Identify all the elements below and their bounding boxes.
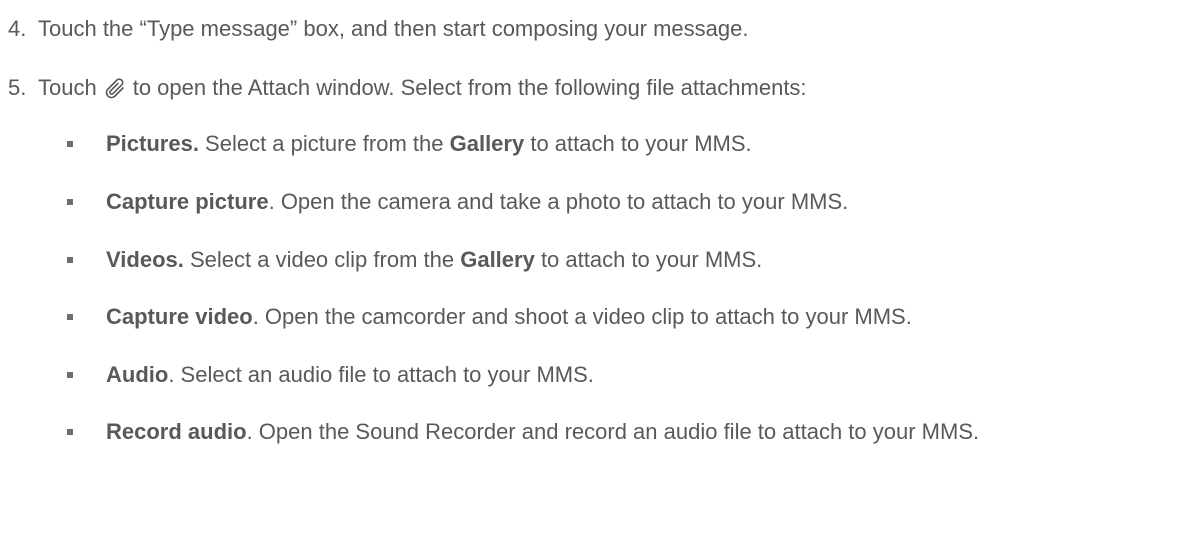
step-5-number: 5. [8, 75, 27, 100]
item-text: to attach to your MMS. [534, 247, 763, 272]
item-term: Capture picture [106, 189, 269, 214]
bullet-pictures [67, 141, 73, 147]
item-text: . Select an audio file to attach to your… [168, 362, 594, 387]
list-item-pictures: Pictures. Select a picture from the Gall… [106, 131, 1186, 157]
list-item-capture-video: Capture video. Open the camcorder and sh… [106, 304, 1186, 330]
list-item-record-audio: Record audio. Open the Sound Recorder an… [106, 419, 1186, 445]
item-term: Record audio [106, 419, 247, 444]
bullet-record-audio [67, 429, 73, 435]
step-4-text: Touch the “Type message” box, and then s… [38, 16, 749, 41]
item-text: Select a picture from the [198, 131, 450, 156]
list-item-videos: Videos. Select a video clip from the Gal… [106, 247, 1186, 273]
item-term-gallery: Gallery [449, 131, 525, 156]
list-item-capture-picture: Capture picture. Open the camera and tak… [106, 189, 1186, 215]
paperclip-icon [103, 75, 129, 101]
bullet-audio [67, 372, 73, 378]
list-item-audio: Audio. Select an audio file to attach to… [106, 362, 1186, 388]
item-text: . Open the camcorder and shoot a video c… [252, 304, 912, 329]
item-term-gallery: Gallery [460, 247, 535, 272]
step-5: 5. Touch to open the Attach window. Select… [8, 75, 807, 101]
item-text: Select a video clip from the [183, 247, 461, 272]
step-4: 4. Touch the “Type message” box, and then… [8, 16, 749, 42]
bullet-capture-picture [67, 199, 73, 205]
item-term: Capture video [106, 304, 253, 329]
item-text: . Open the Sound Recorder and record an … [246, 419, 980, 444]
bullet-capture-video [67, 314, 73, 320]
item-term: Audio [106, 362, 169, 387]
item-text: to attach to your MMS. [524, 131, 752, 156]
item-term: Videos. [106, 247, 184, 272]
step-5-text-after: to open the Attach window. Select from t… [132, 75, 807, 100]
bullet-videos [67, 257, 73, 263]
step-5-text-before: Touch [38, 75, 97, 100]
item-text: . Open the camera and take a photo to at… [268, 189, 849, 214]
step-4-number: 4. [8, 16, 27, 41]
item-term: Pictures. [106, 131, 199, 156]
